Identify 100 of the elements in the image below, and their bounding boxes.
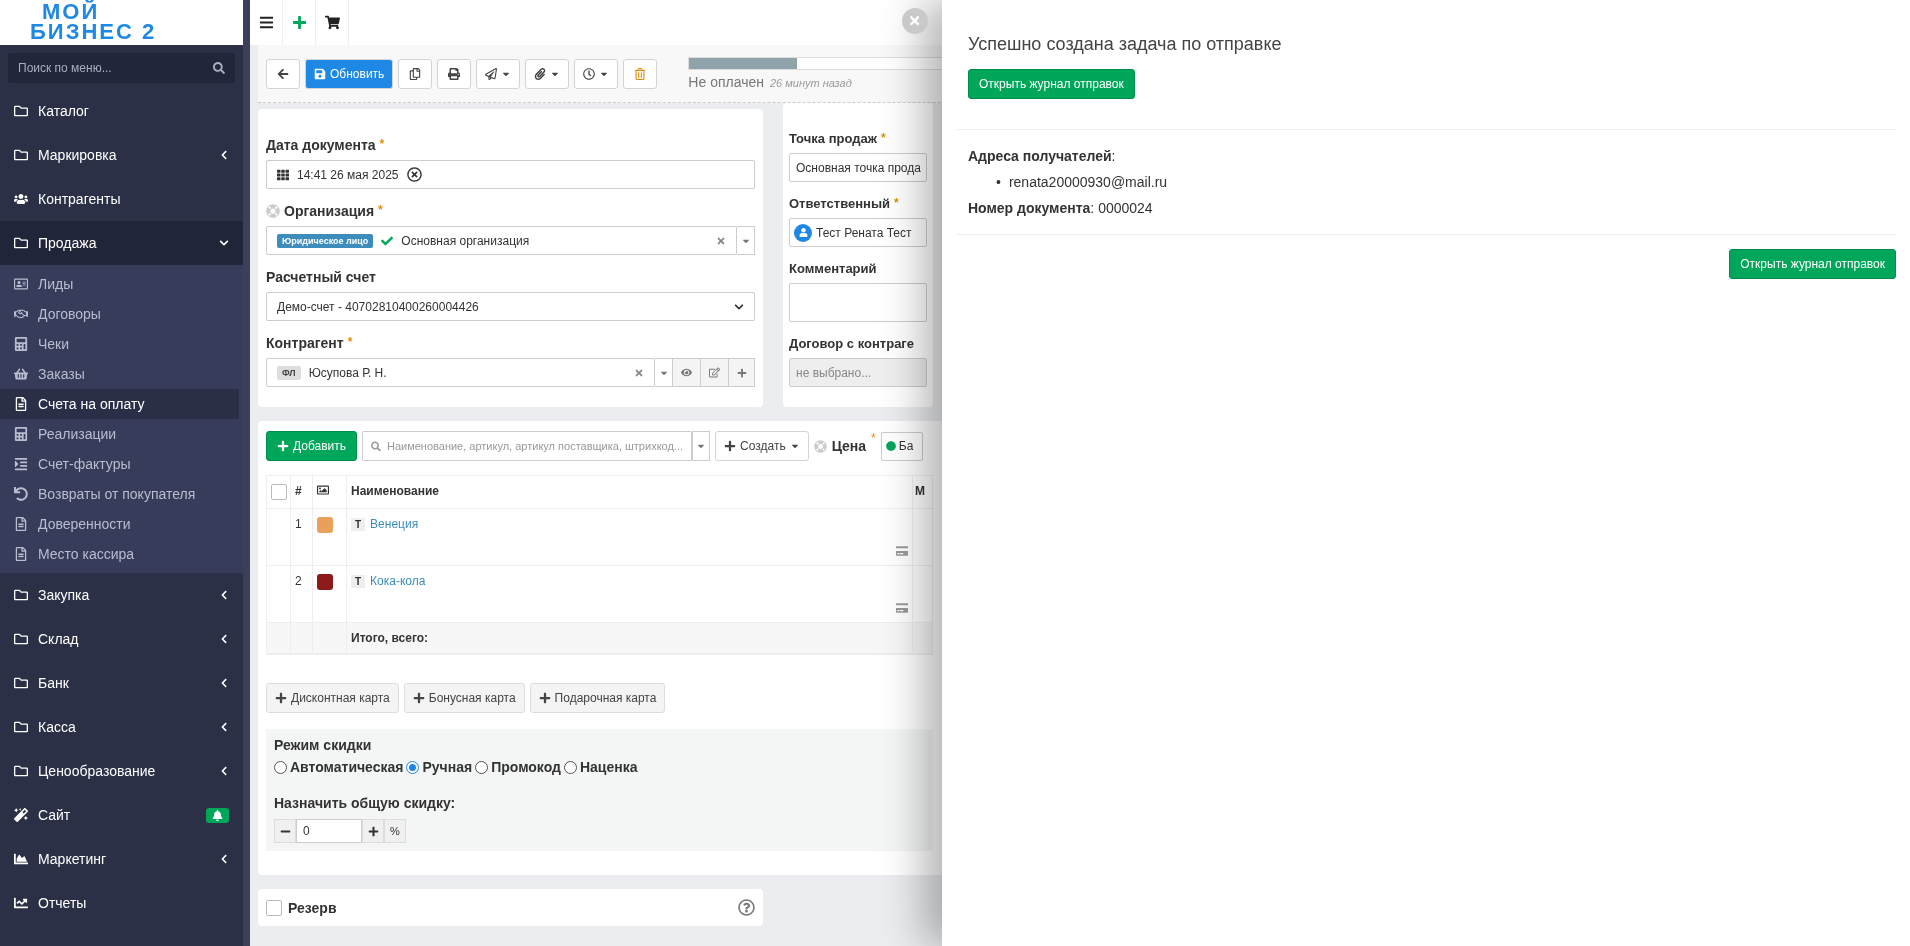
- submenu-item[interactable]: Реализации: [0, 419, 239, 449]
- responsible-select[interactable]: Тест Рената Тест: [789, 218, 927, 247]
- decrease-button[interactable]: [274, 819, 296, 843]
- menu-item[interactable]: Касса: [0, 705, 243, 749]
- print-button[interactable]: [437, 58, 472, 89]
- chevron-left-icon: [219, 854, 229, 864]
- menu-item[interactable]: Склад: [0, 617, 243, 661]
- submenu-item[interactable]: Договоры: [0, 299, 239, 329]
- discount-field[interactable]: 0: [296, 819, 362, 843]
- row-number: 2: [291, 566, 313, 623]
- comment-field[interactable]: [789, 283, 927, 322]
- cart-icon: [324, 15, 340, 30]
- required-asterisk: *: [880, 131, 886, 145]
- menu-item-label: Банк: [38, 675, 70, 691]
- price-type-select[interactable]: Ба: [880, 431, 923, 461]
- unit-button[interactable]: %: [384, 819, 406, 843]
- folder-icon: [14, 236, 28, 250]
- sales-point-field[interactable]: Основная точка прода: [789, 153, 927, 182]
- discount-mode-radio[interactable]: Автоматическая: [274, 759, 404, 775]
- menu-item[interactable]: Маркетинг: [0, 837, 243, 881]
- add-button[interactable]: [729, 358, 755, 387]
- menu-item[interactable]: Отчеты: [0, 881, 243, 925]
- area-chart-icon: [14, 852, 28, 866]
- plus-icon: [367, 825, 379, 837]
- menu-item[interactable]: Банк: [0, 661, 243, 705]
- printer-icon: [448, 67, 461, 80]
- contractor-select[interactable]: ФЛ Юсупова Р. Н.: [266, 358, 655, 387]
- reserve-checkbox[interactable]: [266, 899, 282, 916]
- submenu-item[interactable]: Место кассира: [0, 539, 239, 569]
- submenu-item[interactable]: Лиды: [0, 269, 239, 299]
- delete-button[interactable]: [623, 58, 658, 89]
- increase-button[interactable]: [362, 819, 384, 843]
- column-header: Наименование: [347, 476, 913, 509]
- document-icon: [14, 397, 28, 411]
- menu-item[interactable]: Контрагенты: [0, 177, 243, 221]
- menu-item-label: Склад: [38, 631, 80, 647]
- menu-search-field[interactable]: Поиск по меню...: [8, 53, 235, 83]
- menu-item[interactable]: Продажа: [0, 221, 243, 265]
- folder-icon: [14, 676, 28, 690]
- list-bullet: •: [996, 174, 1001, 190]
- card-icon[interactable]: [896, 602, 908, 614]
- calculator-icon: [14, 427, 28, 441]
- organization-select[interactable]: Юридическое лицо Основная организация: [266, 226, 737, 255]
- submenu-item[interactable]: Заказы: [0, 359, 239, 389]
- menu-item[interactable]: Закупка: [0, 573, 243, 617]
- card-button[interactable]: Бонусная карта: [403, 683, 525, 713]
- menu-item-label: Сайт: [38, 807, 72, 823]
- discount-mode-radio[interactable]: Ручная: [406, 759, 473, 775]
- close-icon: [908, 14, 922, 28]
- dropdown-toggle[interactable]: [737, 226, 755, 255]
- menu-item[interactable]: Ценообразование: [0, 749, 243, 793]
- discount-mode-radio[interactable]: Наценка: [563, 759, 638, 775]
- date-field[interactable]: 14:41 26 мая 2025: [266, 160, 755, 189]
- line-chart-icon: [14, 896, 28, 910]
- submenu-item[interactable]: Возвраты от покупателя: [0, 479, 239, 509]
- view-button[interactable]: [673, 358, 701, 387]
- discount-mode-radio[interactable]: Промокод: [475, 759, 561, 775]
- submenu-item[interactable]: Счета на оплату: [0, 389, 239, 419]
- menu-item-label: Ценообразование: [38, 763, 157, 779]
- submenu-item[interactable]: Счет-фактуры: [0, 449, 239, 479]
- card-button[interactable]: Дисконтная карта: [266, 683, 399, 713]
- menu-item-label: Маркетинг: [38, 851, 108, 867]
- copy-button[interactable]: [398, 58, 433, 89]
- help-icon[interactable]: [738, 899, 755, 916]
- menu-item[interactable]: Каталог: [0, 89, 243, 133]
- edit-button[interactable]: [701, 358, 729, 387]
- paper-plane-icon: [485, 67, 498, 80]
- dropdown-toggle[interactable]: [692, 431, 711, 461]
- recipients-label: Адреса получателей:: [968, 148, 1116, 164]
- select-all-checkbox[interactable]: [271, 484, 287, 500]
- clear-icon[interactable]: [406, 167, 422, 182]
- menu-item[interactable]: Сайт: [0, 793, 243, 837]
- back-button[interactable]: [266, 58, 300, 89]
- check-icon: [381, 234, 394, 247]
- image-icon: [317, 484, 329, 496]
- menu-item[interactable]: Маркировка: [0, 133, 243, 177]
- create-button[interactable]: Создать: [715, 431, 809, 461]
- submenu-item[interactable]: Чеки: [0, 329, 239, 359]
- menu-item-label: Маркировка: [38, 147, 118, 163]
- account-select[interactable]: Демо-счет - 40702810400260004426: [266, 292, 755, 321]
- eye-icon: [681, 367, 692, 378]
- calendar-grid-icon: [277, 168, 289, 181]
- product-photo-placeholder: [317, 517, 333, 533]
- send-button[interactable]: [476, 58, 521, 89]
- lifebuoy-icon: [813, 439, 827, 453]
- handshake-icon: [14, 307, 28, 321]
- attach-button[interactable]: [525, 58, 570, 89]
- card-icon[interactable]: [896, 545, 908, 557]
- submenu-item[interactable]: Доверенности: [0, 509, 239, 539]
- search-icon: [213, 62, 225, 74]
- product-link[interactable]: Кока-кола: [370, 574, 426, 588]
- card-button[interactable]: Подарочная карта: [529, 683, 666, 713]
- product-link[interactable]: Венеция: [370, 517, 419, 531]
- chevron-left-icon: [219, 766, 229, 776]
- history-button[interactable]: [574, 58, 619, 89]
- field-label: Организация: [284, 203, 375, 219]
- chevron-left-icon: [219, 722, 229, 732]
- update-button[interactable]: Обновить: [305, 58, 394, 89]
- dropdown-toggle[interactable]: [655, 358, 673, 387]
- plus-icon: [275, 692, 287, 704]
